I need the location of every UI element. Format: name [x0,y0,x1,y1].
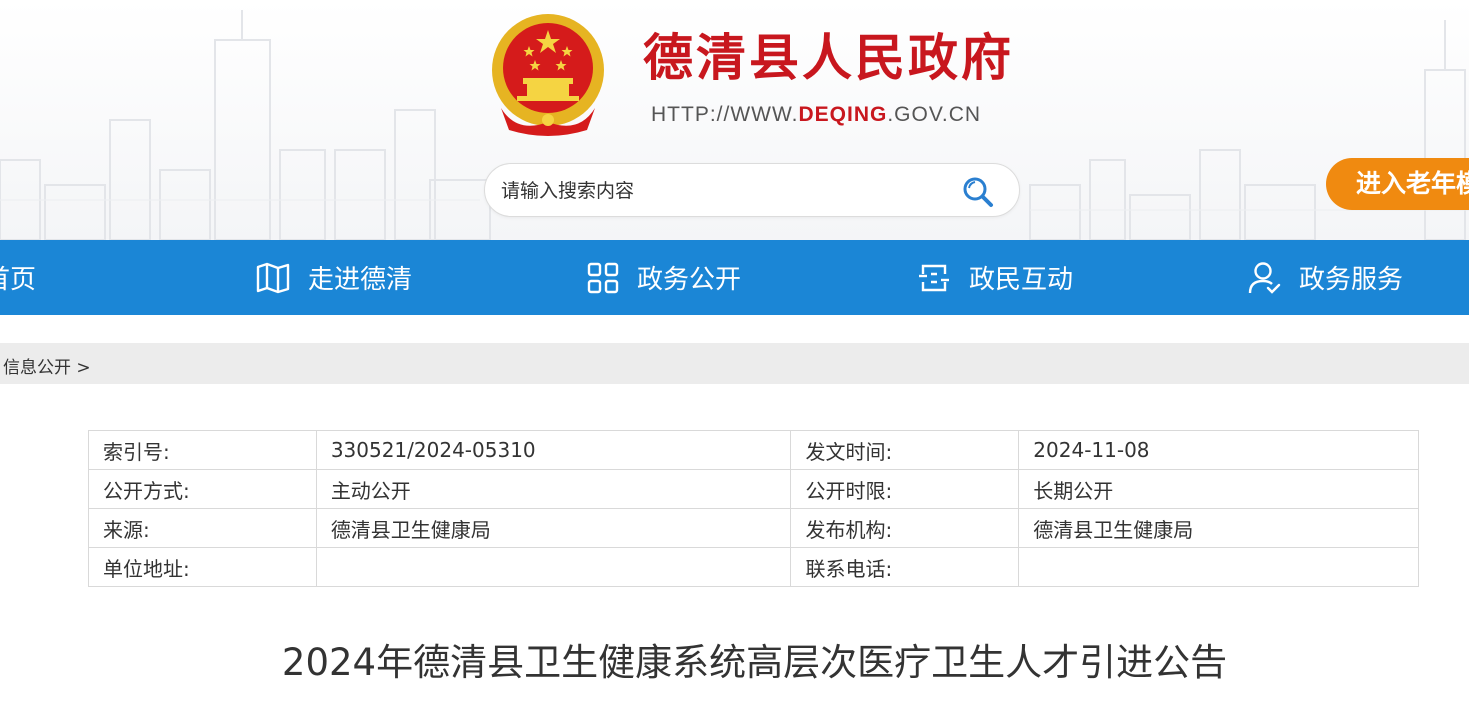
label-disclosure-method: 公开方式: [88,469,317,509]
value-publisher: 德清县卫生健康局 [1018,508,1419,548]
url-suffix: .GOV.CN [887,103,982,126]
breadcrumb-link[interactable]: 信息公开 > [3,353,91,378]
value-phone [1018,547,1419,587]
nav-item-interaction[interactable]: 政民互动 [917,240,1073,315]
value-address [315,547,792,587]
search-box [484,163,1020,217]
label-address: 单位地址: [88,547,317,587]
document-info-table: 索引号: 330521/2024-05310 发文时间: 2024-11-08 … [88,430,1419,587]
site-title: 德清县人民政府 [643,29,1014,87]
value-index-no: 330521/2024-05310 [315,430,792,470]
label-issue-date: 发文时间: [790,430,1020,470]
exchange-icon [919,264,949,291]
nav-item-label: 首页 [0,265,37,295]
site-url: HTTP://WWW.DEQING.GOV.CN [651,103,981,127]
article-title: 2024年德清县卫生健康系统高层次医疗卫生人才引进公告 [281,641,1228,684]
url-prefix: HTTP://WWW. [651,103,799,126]
nav-item-home[interactable]: 首页 [0,240,36,315]
value-source: 德清县卫生健康局 [315,508,792,548]
user-icon [1248,261,1281,294]
url-highlight: DEQING [798,103,888,126]
label-publisher: 发布机构: [790,508,1020,548]
national-emblem-icon [492,14,604,136]
map-icon [256,262,290,293]
value-disclosure-method: 主动公开 [315,469,792,509]
breadcrumb: 信息公开 > [0,343,1469,384]
label-source: 来源: [88,508,317,548]
nav-item-gov-services[interactable]: 政务服务 [1247,240,1403,315]
search-input[interactable] [499,177,943,205]
table-row: 来源: 德清县卫生健康局 发布机构: 德清县卫生健康局 [88,508,1419,548]
site-header: 德清县人民政府 HTTP://WWW.DEQING.GOV.CN 进入老年模式 [0,0,1469,240]
elder-mode-button[interactable]: 进入老年模式 [1326,158,1469,210]
value-issue-date: 2024-11-08 [1018,430,1419,470]
label-disclosure-period: 公开时限: [790,469,1020,509]
label-index-no: 索引号: [88,430,317,470]
label-phone: 联系电话: [790,547,1020,587]
table-row: 单位地址: 联系电话: [88,547,1419,587]
nav-item-label: 政务公开 [637,265,742,295]
nav-item-label: 政民互动 [969,265,1074,295]
nav-item-label: 政务服务 [1299,265,1404,295]
table-row: 索引号: 330521/2024-05310 发文时间: 2024-11-08 [88,430,1419,470]
value-disclosure-period: 长期公开 [1018,469,1419,509]
search-icon[interactable] [961,175,995,209]
nav-item-about-deqing[interactable]: 走进德清 [256,240,412,315]
grid-icon [587,262,619,293]
main-nav: 首页 走进德清 政务公开 政民互动 [0,240,1469,315]
table-row: 公开方式: 主动公开 公开时限: 长期公开 [88,469,1419,509]
nav-item-label: 走进德清 [308,265,413,295]
nav-item-gov-affairs-open[interactable]: 政务公开 [587,240,741,315]
